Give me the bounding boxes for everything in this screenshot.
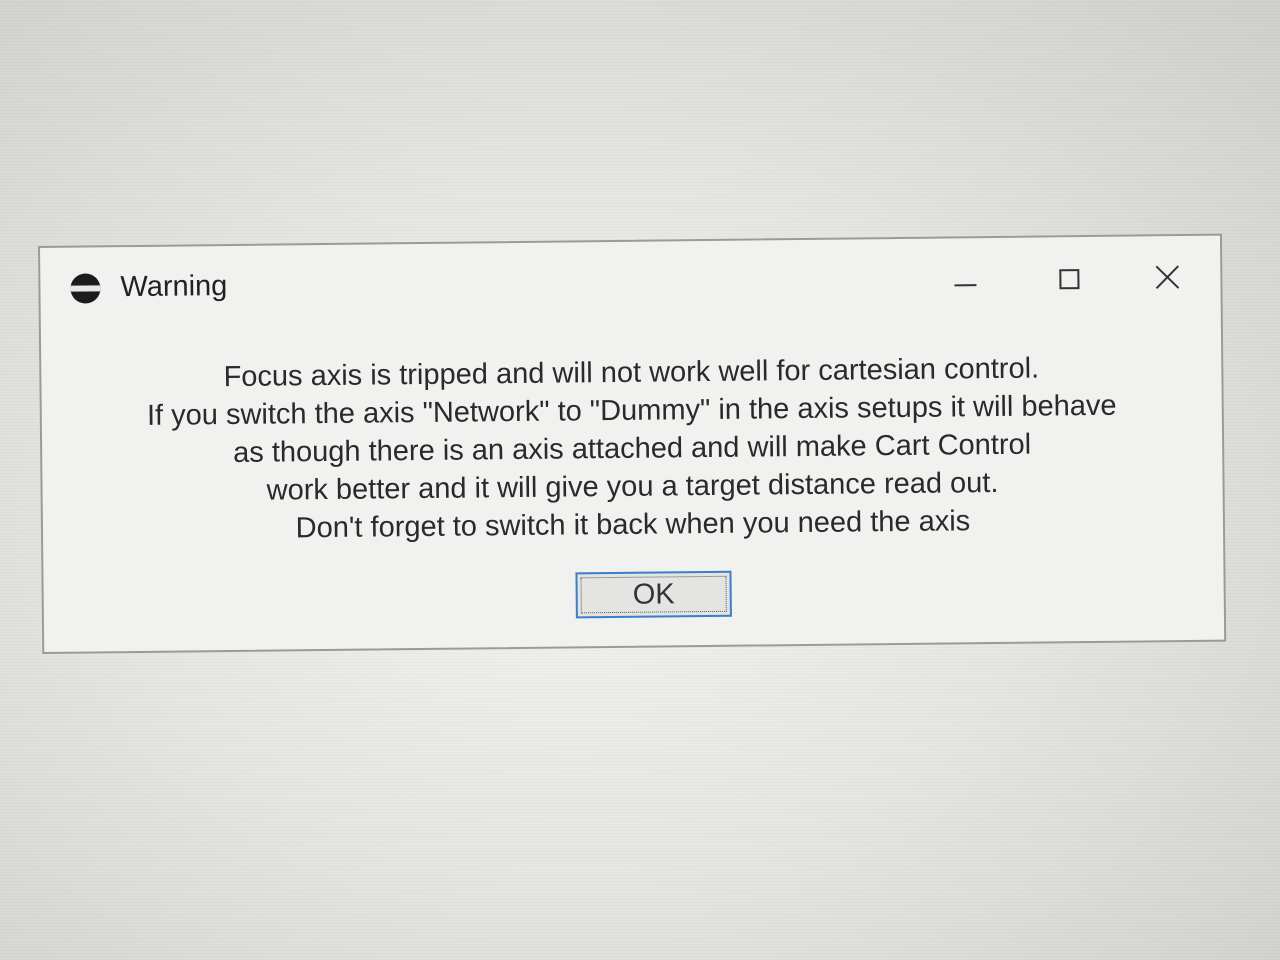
minimize-button[interactable] bbox=[940, 260, 990, 301]
ok-button[interactable]: OK bbox=[575, 570, 732, 619]
maximize-icon bbox=[1059, 269, 1080, 290]
warning-dialog: Warning Focus axis is tripped and will n… bbox=[38, 233, 1227, 654]
close-icon bbox=[1155, 265, 1180, 289]
ok-button-label: OK bbox=[632, 578, 675, 611]
app-icon bbox=[70, 273, 101, 304]
window-title: Warning bbox=[120, 270, 228, 304]
warning-message: Focus axis is tripped and will not work … bbox=[41, 348, 1223, 550]
title-bar[interactable]: Warning bbox=[40, 236, 1221, 332]
close-button[interactable] bbox=[1142, 258, 1192, 299]
minimize-icon bbox=[954, 284, 977, 287]
maximize-button[interactable] bbox=[1045, 259, 1095, 300]
